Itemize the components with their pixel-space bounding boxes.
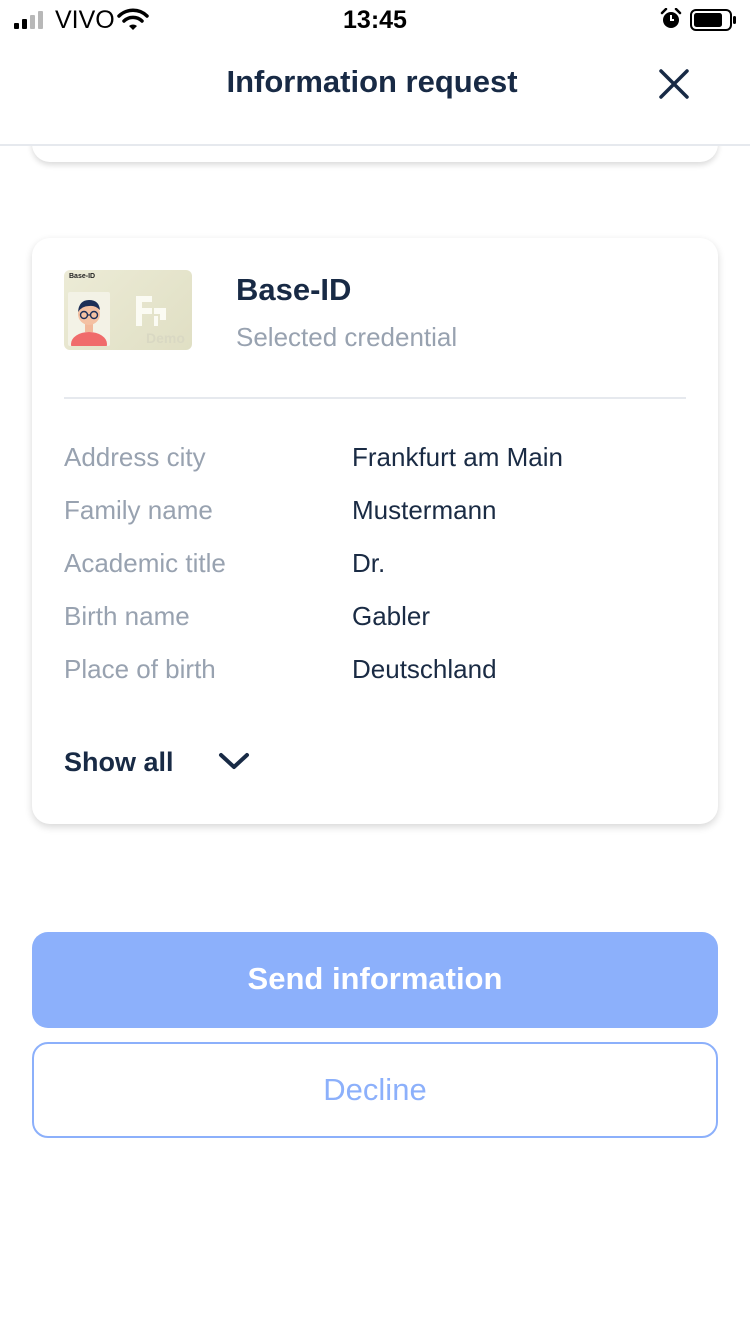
credential-subtitle: Selected credential [236, 322, 458, 352]
attribute-label: Birth name [64, 601, 190, 631]
attribute-row: Address city Frankfurt am Main [64, 438, 686, 491]
attribute-value: Dr. [352, 548, 386, 578]
attribute-value: Deutschland [352, 654, 497, 684]
alarm-icon [660, 7, 682, 35]
show-all-label: Show all [64, 746, 174, 777]
close-button[interactable] [654, 64, 694, 104]
thumbnail-watermark: Demo [146, 330, 185, 346]
attribute-label: Place of birth [64, 654, 216, 684]
attribute-row: Academic title Dr. [64, 544, 686, 597]
decline-button[interactable]: Decline [32, 1042, 718, 1138]
attribute-row: Family name Mustermann [64, 491, 686, 544]
attribute-value: Frankfurt am Main [352, 442, 563, 472]
send-information-button[interactable]: Send information [32, 932, 718, 1028]
attribute-value: Gabler [352, 601, 431, 631]
header: Information request [0, 40, 750, 146]
attribute-row: Birth name Gabler [64, 597, 686, 650]
status-bar: VIVO 13:45 [0, 0, 750, 40]
battery-icon [690, 9, 738, 36]
chevron-down-icon [218, 751, 250, 776]
attribute-label: Academic title [64, 548, 226, 578]
attribute-row: Place of birth Deutschland [64, 650, 686, 703]
issuer-logo-icon [134, 294, 168, 333]
close-icon [659, 69, 689, 99]
attribute-label: Family name [64, 495, 213, 525]
thumbnail-label: Base-ID [69, 273, 96, 280]
attribute-label: Address city [64, 442, 206, 472]
show-all-toggle[interactable]: Show all [64, 742, 250, 782]
credential-card: Base-ID Demo Base-ID Selected credential… [32, 238, 718, 824]
attribute-value: Mustermann [352, 495, 497, 525]
page-title: Information request [226, 64, 518, 99]
portrait-image [68, 292, 110, 346]
divider [64, 397, 686, 399]
attribute-list: Address city Frankfurt am Main Family na… [64, 438, 686, 703]
credential-name: Base-ID [236, 272, 352, 307]
credential-thumbnail: Base-ID Demo [64, 270, 192, 350]
status-time: 13:45 [343, 6, 407, 34]
